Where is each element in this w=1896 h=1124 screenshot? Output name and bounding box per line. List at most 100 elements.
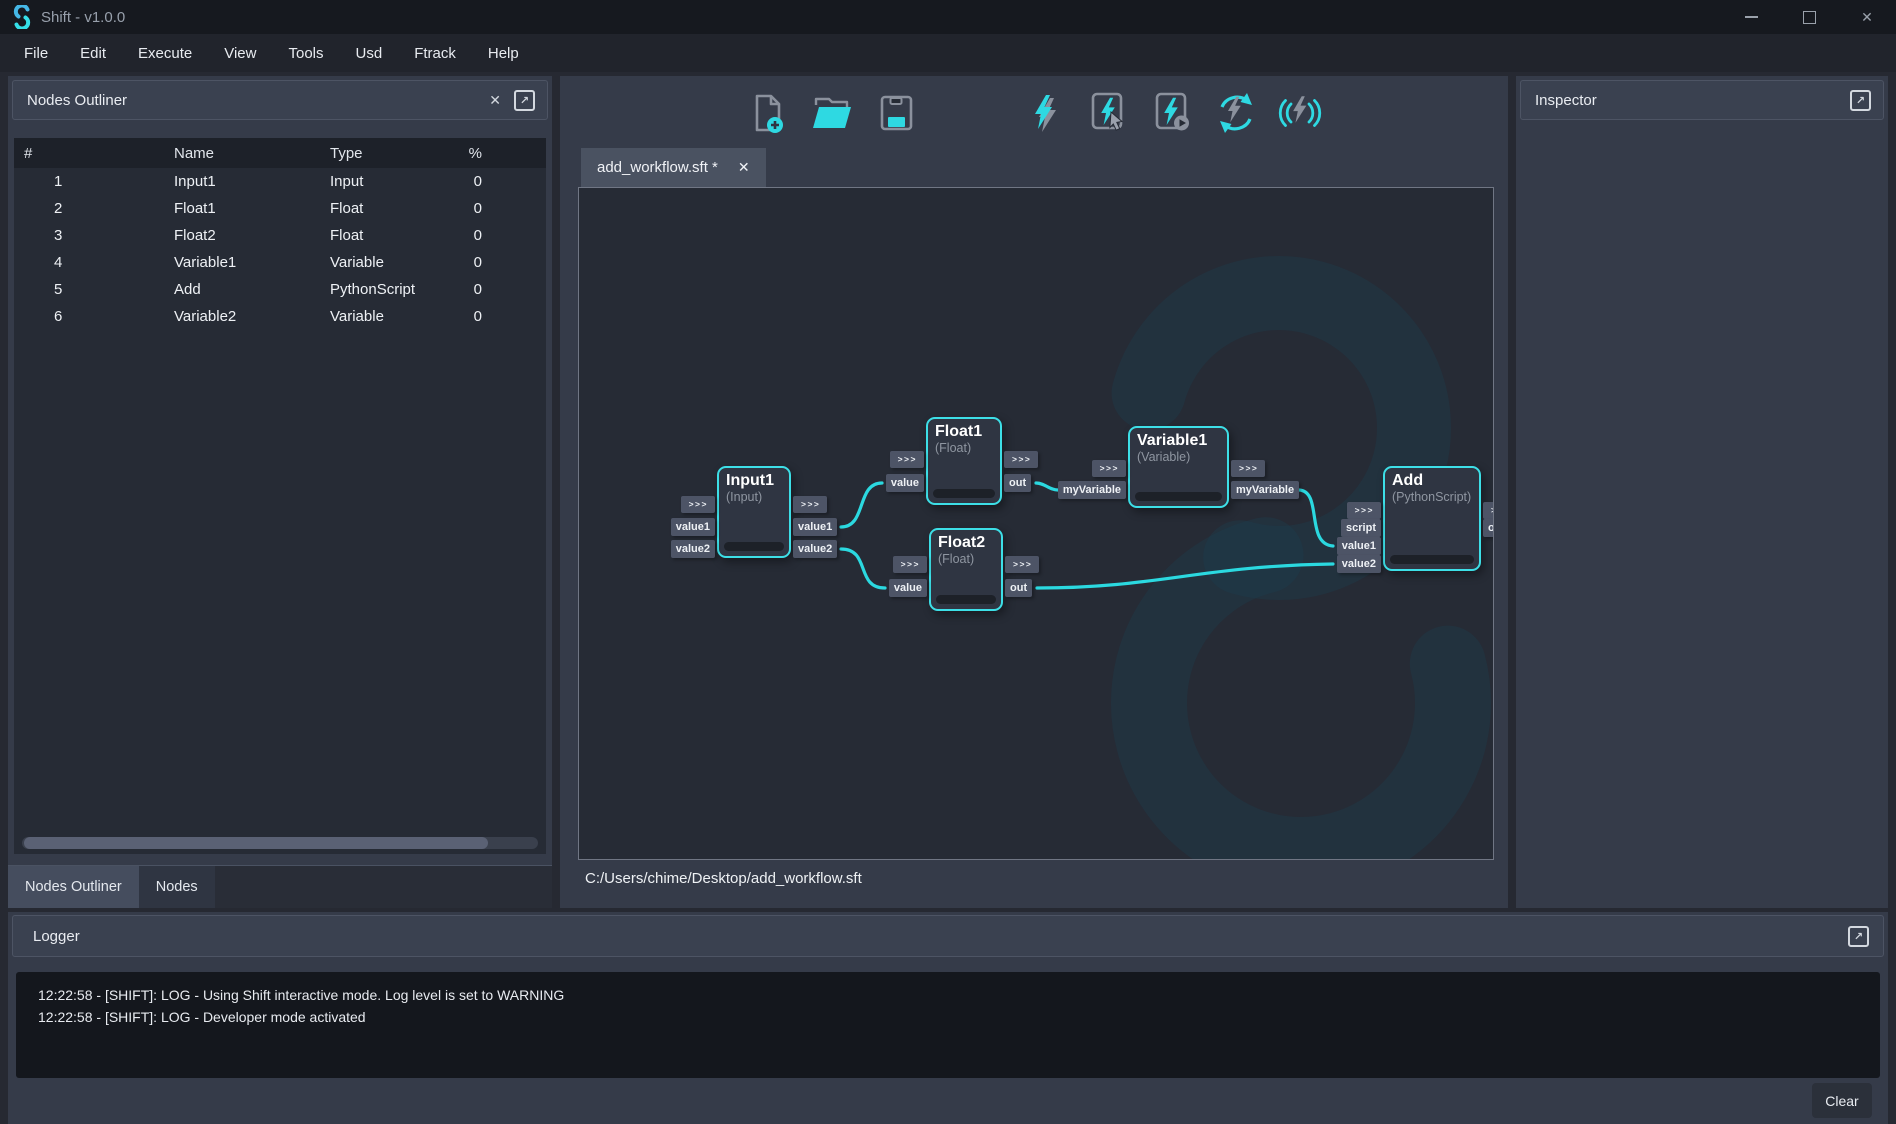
menu-item-view[interactable]: View [224,45,256,62]
menu-item-tools[interactable]: Tools [288,45,323,62]
port-add-in-value2[interactable]: value2 [1337,555,1381,573]
port-input1-in-value1[interactable]: value1 [671,518,715,536]
cell-num: 6 [14,308,162,325]
inspector-header: Inspector ↗ [1520,80,1884,120]
outliner-table-body: 1Input1Input02Float1Float03Float2Float04… [14,168,546,330]
port-add-out-exec[interactable]: >>> [1483,502,1494,519]
cell-name: Input1 [162,173,320,190]
app-window: { "window": { "title": "Shift - v1.0.0",… [0,0,1896,1124]
live-execute-button[interactable] [1277,90,1323,136]
outliner-title: Nodes Outliner [27,92,127,109]
logger-popout-icon[interactable]: ↗ [1848,926,1869,947]
col-header-type[interactable]: Type [320,145,440,162]
re-execute-button[interactable] [1213,90,1259,136]
port-variable1-out-exec[interactable]: >>> [1231,460,1265,477]
port-float2-out-out[interactable]: out [1005,579,1032,597]
table-row-variable1[interactable]: 4Variable1Variable0 [14,249,546,276]
execute-selected-button[interactable] [1085,90,1131,136]
log-line: 12:22:58 - [SHIFT]: LOG - Developer mode… [38,1007,1880,1029]
cell-name: Add [162,281,320,298]
port-variable1-in-exec[interactable]: >>> [1092,460,1126,477]
port-float1-in-exec[interactable]: >>> [890,451,924,468]
save-file-button[interactable] [873,90,919,136]
port-float2-out-exec[interactable]: >>> [1005,556,1039,573]
menu-item-help[interactable]: Help [488,45,519,62]
node-add[interactable]: Add(PythonScript) [1383,466,1481,571]
close-button[interactable]: ✕ [1838,0,1896,34]
logger-title: Logger [33,928,80,945]
node-float2[interactable]: Float2(Float) [929,528,1003,611]
scrollbar-thumb[interactable] [24,837,488,849]
port-float2-in-exec[interactable]: >>> [893,556,927,573]
node-input1[interactable]: Input1(Input) [717,466,791,558]
port-add-out-out[interactable]: out [1483,519,1494,537]
col-header-name[interactable]: Name [162,145,320,162]
port-input1-out-exec[interactable]: >>> [793,496,827,513]
outliner-panel: Nodes Outliner ✕ ↗ # Name Type % 1Input1… [8,76,552,908]
port-add-in-value1[interactable]: value1 [1337,537,1381,555]
node-variable1[interactable]: Variable1(Variable) [1128,426,1229,508]
document-tab[interactable]: add_workflow.sft * ✕ [581,148,766,187]
cell-num: 5 [14,281,162,298]
cell-type: Float [320,227,440,244]
cell-pct: 0 [440,281,546,298]
port-input1-out-value2[interactable]: value2 [793,540,837,558]
save-file-icon [874,91,918,135]
cell-num: 1 [14,173,162,190]
re-execute-icon [1214,91,1258,135]
title-bar: Shift - v1.0.0 ✕ [0,0,1896,34]
tab-nodes-outliner[interactable]: Nodes Outliner [8,866,139,908]
outliner-hscrollbar[interactable] [22,837,538,849]
tab-nodes[interactable]: Nodes [139,866,215,908]
table-row-float2[interactable]: 3Float2Float0 [14,222,546,249]
minimize-button[interactable] [1722,0,1780,34]
menu-item-edit[interactable]: Edit [80,45,106,62]
menu-item-execute[interactable]: Execute [138,45,192,62]
node-type: (PythonScript) [1392,490,1472,505]
execute-button[interactable] [1021,90,1067,136]
maximize-button[interactable] [1780,0,1838,34]
cell-type: Input [320,173,440,190]
node-title: Float1 [935,423,993,441]
cell-pct: 0 [440,227,546,244]
menu-item-usd[interactable]: Usd [356,45,383,62]
table-row-input1[interactable]: 1Input1Input0 [14,168,546,195]
node-graph-canvas[interactable]: Input1(Input)>>>>>>value1value1value2val… [578,187,1494,860]
port-variable1-out-myVariable[interactable]: myVariable [1231,481,1299,499]
node-title: Float2 [938,534,994,552]
table-row-variable2[interactable]: 6Variable2Variable0 [14,303,546,330]
port-variable1-in-myVariable[interactable]: myVariable [1058,481,1126,499]
col-header-num[interactable]: # [14,145,162,162]
menu-item-file[interactable]: File [24,45,48,62]
execute-from-selected-button[interactable] [1149,90,1195,136]
cell-pct: 0 [440,200,546,217]
outliner-close-icon[interactable]: ✕ [489,92,501,109]
menu-item-ftrack[interactable]: Ftrack [414,45,456,62]
port-add-in-script[interactable]: script [1341,519,1381,537]
open-file-button[interactable] [809,90,855,136]
port-input1-in-exec[interactable]: >>> [681,496,715,513]
node-type: (Float) [935,441,993,456]
port-input1-in-value2[interactable]: value2 [671,540,715,558]
port-float2-in-value[interactable]: value [889,579,927,597]
inspector-panel: Inspector ↗ [1516,76,1888,908]
port-input1-out-value1[interactable]: value1 [793,518,837,536]
execute-selected-icon [1086,91,1130,135]
outliner-header: Nodes Outliner ✕ ↗ [12,80,548,120]
col-header-pct[interactable]: % [440,145,546,162]
table-row-float1[interactable]: 2Float1Float0 [14,195,546,222]
outliner-popout-icon[interactable]: ↗ [514,90,535,111]
port-float1-out-out[interactable]: out [1004,474,1031,492]
wire-input1-value1 [841,483,882,527]
node-type: (Float) [938,552,994,567]
document-tab-close-icon[interactable]: ✕ [738,159,750,176]
port-float1-out-exec[interactable]: >>> [1004,451,1038,468]
table-row-add[interactable]: 5AddPythonScript0 [14,276,546,303]
node-float1[interactable]: Float1(Float) [926,417,1002,505]
node-progress-bar [1135,492,1222,501]
port-add-in-exec[interactable]: >>> [1347,502,1381,519]
clear-button[interactable]: Clear [1812,1083,1872,1118]
inspector-popout-icon[interactable]: ↗ [1850,90,1871,111]
new-file-button[interactable] [745,90,791,136]
port-float1-in-value[interactable]: value [886,474,924,492]
